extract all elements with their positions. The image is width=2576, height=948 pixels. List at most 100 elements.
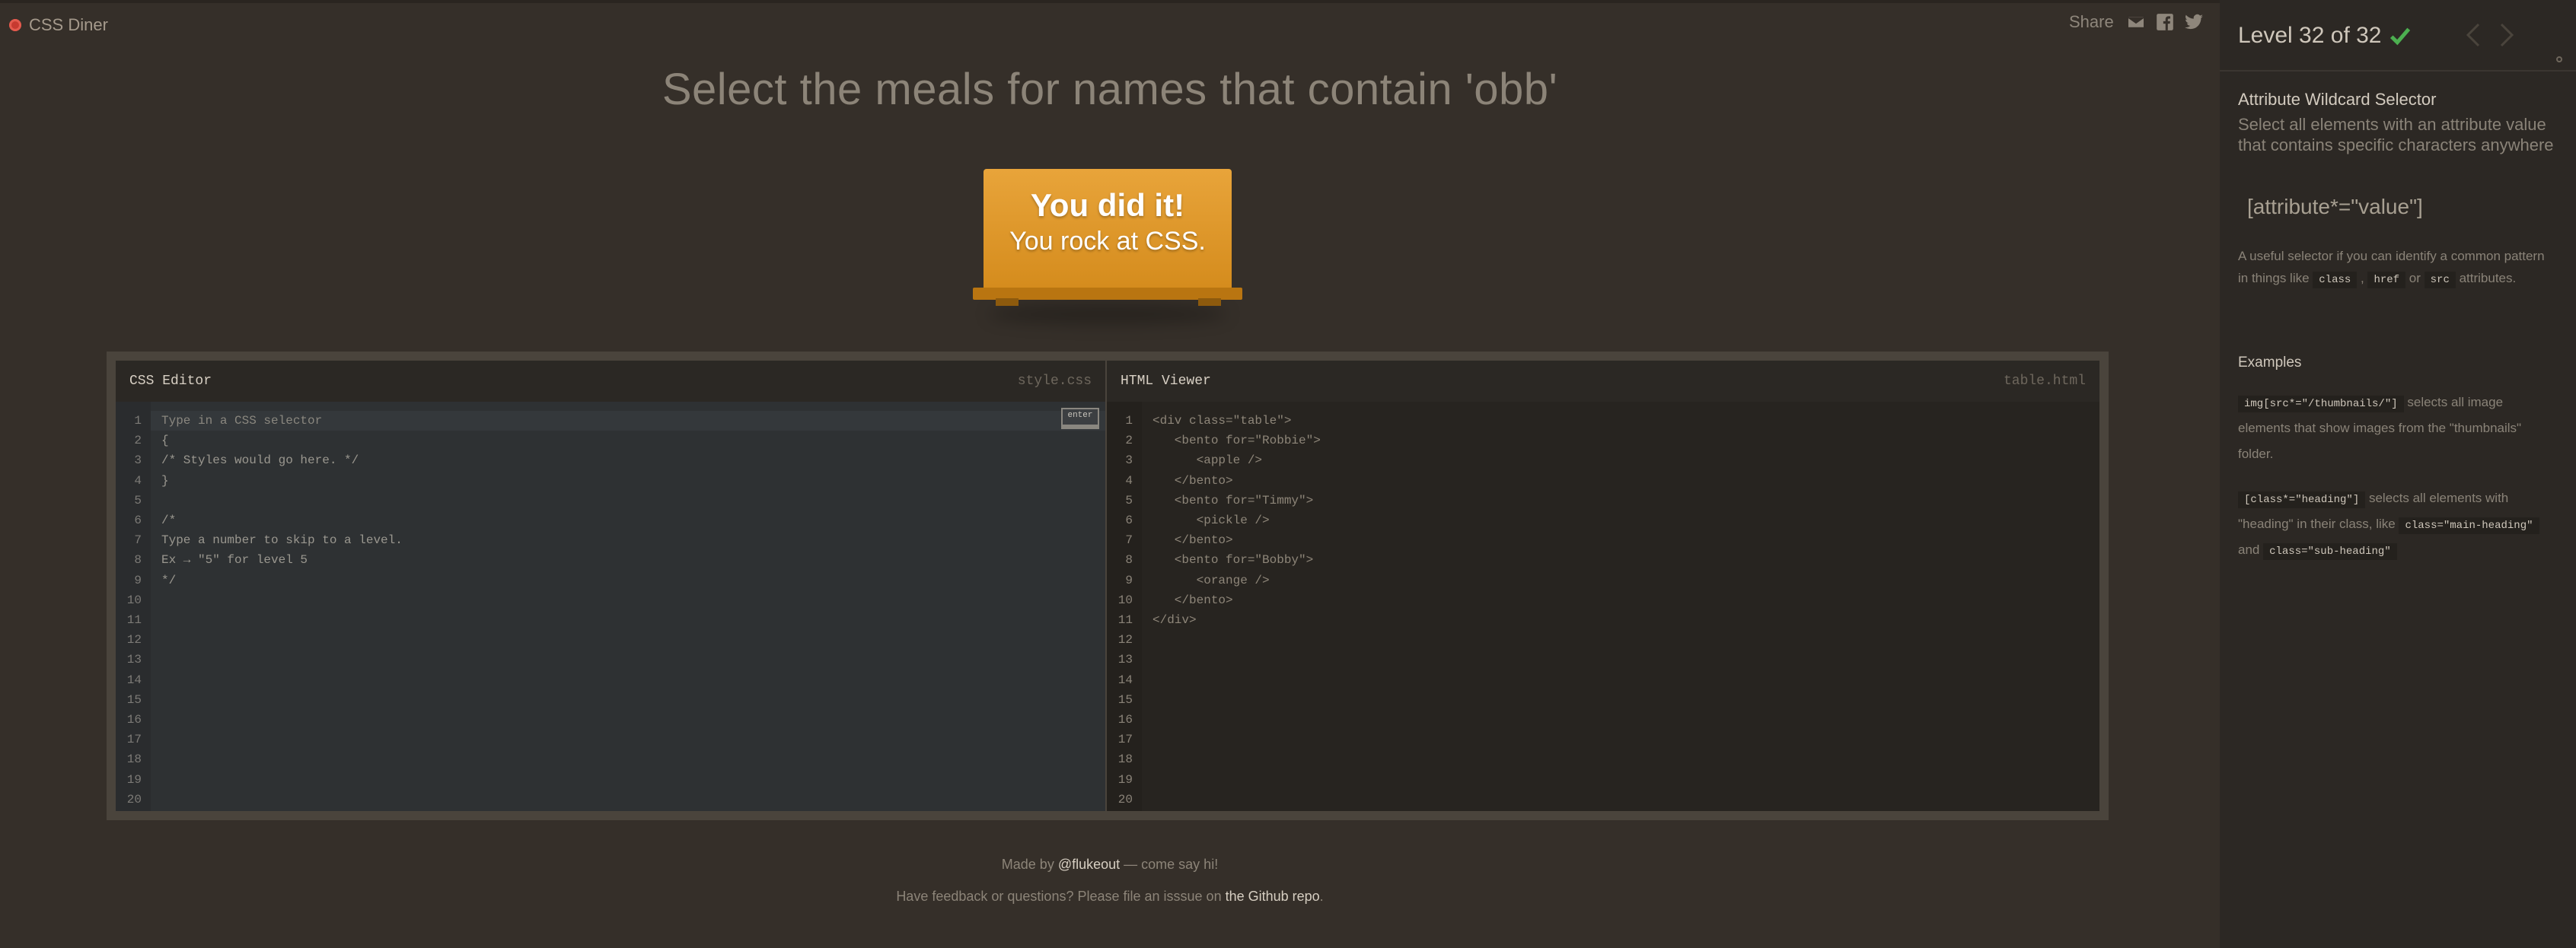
footer-credit-prefix: Made by	[1001, 857, 1058, 872]
table-leg-right	[1198, 298, 1221, 306]
line-number: 13	[1117, 653, 1133, 667]
line-number: 8	[1125, 553, 1133, 568]
code-line: {	[161, 434, 169, 448]
code-line: <bento for="Robbie">	[1153, 434, 1321, 448]
code-line: }	[161, 473, 169, 488]
css-editor-body: 1 2 3 4 5 6 7 8 9 10 11 12 13 14 15 16 17 18 19 20 {/* Styl…	[116, 402, 1105, 811]
line-number: 20	[1117, 792, 1133, 806]
footer-credit: Made by @flukeout — come say hi!	[0, 857, 2220, 873]
example-1-code: img[src*="/thumbnails/"]	[2238, 396, 2404, 412]
line-number: 1	[1125, 414, 1133, 428]
game-area: CSS Diner Share Select the meals for nam…	[0, 0, 2220, 948]
sidebar: Level 32 of 32 Attribute Wildcard Select…	[2220, 0, 2576, 948]
hint-tag-href: href	[2367, 272, 2406, 288]
code-line: <div class="table">	[1153, 414, 1292, 428]
line-number: 9	[134, 573, 142, 587]
css-editor-header: CSS Editor style.css	[116, 361, 1105, 402]
footer-feedback-prefix: Have feedback or questions? Please file …	[896, 889, 1226, 904]
line-number: 15	[1117, 692, 1133, 707]
progress-icon	[2556, 56, 2562, 62]
line-number: 6	[1125, 514, 1133, 528]
css-editor-title: CSS Editor	[129, 374, 212, 389]
line-number: 3	[134, 453, 142, 468]
next-level-icon[interactable]	[2497, 23, 2517, 47]
enter-button[interactable]: enter	[1061, 408, 1099, 429]
example-2-and: and	[2238, 542, 2264, 557]
code-line: </div>	[1153, 613, 1197, 628]
code-line: </bento>	[1153, 533, 1233, 548]
line-number: 9	[1125, 573, 1133, 587]
example-2-code: [class*="heading"]	[2238, 491, 2366, 508]
line-number: 2	[1125, 434, 1133, 448]
flukeout-link[interactable]: @flukeout	[1058, 857, 1120, 872]
table: You did it! You rock at CSS.	[973, 169, 1242, 324]
line-number: 8	[134, 553, 142, 568]
github-repo-link[interactable]: the Github repo	[1226, 889, 1320, 904]
css-editor-filename: style.css	[1017, 374, 1092, 389]
line-number: 4	[134, 473, 142, 488]
html-viewer-title: HTML Viewer	[1121, 374, 1211, 389]
html-viewer-body: 1 2 3 4 5 6 7 8 9 10 11 12 13 14 15 16 17 18 19 20 <div cla…	[1107, 402, 2099, 811]
selector-syntax: [attribute*="value"]	[2247, 195, 2423, 218]
line-number: 12	[126, 633, 142, 647]
code-line: <orange />	[1153, 573, 1270, 587]
line-number: 20	[126, 792, 142, 806]
code-line: <bento for="Timmy">	[1153, 493, 1314, 507]
line-number: 12	[1117, 633, 1133, 647]
line-number: 6	[134, 514, 142, 528]
logo[interactable]: CSS Diner	[9, 15, 108, 35]
editor: CSS Editor style.css 1 2 3 4 5 6 7 8 9 10 11 12 13 14…	[107, 352, 2109, 820]
level-indicator[interactable]: Level 32 of 32	[2238, 23, 2381, 49]
line-number: 5	[134, 493, 142, 507]
line-number: 16	[126, 713, 142, 727]
css-selector-input[interactable]: Type in a CSS selector	[161, 411, 322, 431]
line-number: 18	[126, 752, 142, 767]
checkmark-icon	[2389, 24, 2412, 47]
code-line: /* Styles would go here. */	[161, 453, 359, 468]
code-line: <apple />	[1153, 453, 1263, 468]
logo-text: CSS Diner	[29, 15, 108, 34]
line-number: 11	[126, 613, 142, 628]
facebook-icon[interactable]	[2155, 12, 2175, 32]
footer-credit-suffix: — come say hi!	[1120, 857, 1219, 872]
line-number: 10	[1117, 593, 1133, 607]
line-number: 11	[1117, 613, 1133, 628]
line-number: 17	[126, 733, 142, 747]
level-nav	[2463, 23, 2517, 47]
hint-tag-src: src	[2424, 272, 2456, 288]
line-number: 19	[126, 772, 142, 787]
line-number: 18	[1117, 752, 1133, 767]
line-number: 2	[134, 434, 142, 448]
win-title: You did it!	[1030, 187, 1185, 223]
line-number: 14	[1117, 673, 1133, 687]
examples-heading: Examples	[2238, 355, 2302, 371]
example-1: img[src*="/thumbnails/"] selects all ima…	[2238, 390, 2550, 467]
selector-name: Attribute Wildcard Selector	[2238, 90, 2437, 109]
example-2-code-sub: class="sub-heading"	[2263, 543, 2397, 560]
twitter-icon[interactable]	[2184, 12, 2204, 32]
line-number: 16	[1117, 713, 1133, 727]
footer-feedback: Have feedback or questions? Please file …	[0, 889, 2220, 905]
line-number: 19	[1117, 772, 1133, 787]
code-line: Ex → "5" for level 5	[161, 553, 308, 568]
line-number: 14	[126, 673, 142, 687]
html-viewer-header: HTML Viewer table.html	[1107, 361, 2099, 402]
win-message: You did it! You rock at CSS.	[984, 187, 1232, 256]
email-icon[interactable]	[2126, 12, 2146, 32]
selector-hint: A useful selector if you can identify a …	[2238, 245, 2550, 289]
hint-tag-class: class	[2313, 272, 2358, 288]
hint-sep: ,	[2357, 271, 2368, 285]
table-shadow	[988, 304, 1227, 324]
previous-level-icon[interactable]	[2463, 23, 2483, 47]
code-line: /*	[161, 514, 177, 528]
level-header[interactable]: Level 32 of 32	[2238, 23, 2412, 49]
level-divider	[2220, 70, 2576, 72]
code-line: */	[161, 573, 177, 587]
code-line: Type a number to skip to a level.	[161, 533, 403, 548]
css-editor-pane: CSS Editor style.css 1 2 3 4 5 6 7 8 9 10 11 12 13 14…	[116, 361, 1105, 811]
html-code[interactable]: <div class="table"> <bento for="Robbie">…	[1142, 402, 2099, 811]
footer-feedback-suffix: .	[1319, 889, 1324, 904]
line-number: 4	[1125, 473, 1133, 488]
html-viewer-filename: table.html	[2003, 374, 2086, 389]
